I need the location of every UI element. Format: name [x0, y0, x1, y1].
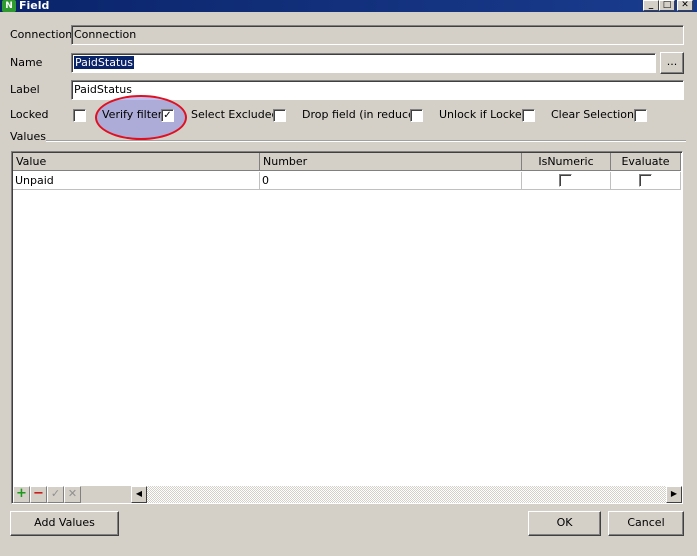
- window-title: Field: [19, 0, 50, 12]
- drop-field-checkbox[interactable]: [410, 109, 423, 122]
- name-label: Name: [10, 56, 43, 69]
- isnumeric-checkbox[interactable]: [559, 174, 572, 187]
- connection-label: Connection: [10, 28, 73, 41]
- column-header-value[interactable]: Value: [13, 153, 260, 171]
- clear-selections-label: Clear Selections: [551, 108, 640, 121]
- column-header-evaluate[interactable]: Evaluate: [611, 153, 681, 171]
- connection-field: Connection: [71, 25, 684, 45]
- remove-row-icon[interactable]: −: [30, 486, 47, 503]
- grid-toolbar: + − ✓ ✕ ◀ ▶: [13, 486, 682, 503]
- app-icon: N: [2, 0, 16, 12]
- column-header-number[interactable]: Number: [260, 153, 522, 171]
- close-button[interactable]: ✕: [677, 0, 693, 11]
- column-header-isnumeric[interactable]: IsNumeric: [522, 153, 611, 171]
- minimize-button[interactable]: _: [643, 0, 659, 11]
- clear-selections-checkbox[interactable]: [634, 109, 647, 122]
- values-grid[interactable]: Value Number IsNumeric Evaluate Unpaid 0…: [11, 151, 683, 504]
- check-icon: ✓: [163, 110, 172, 121]
- evaluate-checkbox[interactable]: [639, 174, 652, 187]
- scroll-right-icon[interactable]: ▶: [666, 486, 682, 503]
- cell-number[interactable]: 0: [260, 172, 522, 190]
- horizontal-scrollbar[interactable]: ◀ ▶: [131, 486, 682, 503]
- verify-filter-label: Verify filter: [102, 108, 163, 121]
- values-section-label: Values: [10, 130, 46, 143]
- scroll-left-icon[interactable]: ◀: [131, 486, 147, 503]
- confirm-row-icon[interactable]: ✓: [47, 486, 64, 503]
- label-label: Label: [10, 83, 40, 96]
- cell-isnumeric: [522, 172, 611, 190]
- maximize-button[interactable]: □: [659, 0, 675, 11]
- locked-checkbox[interactable]: [73, 109, 86, 122]
- browse-button[interactable]: ...: [660, 52, 684, 74]
- add-row-icon[interactable]: +: [13, 486, 30, 503]
- values-separator: [46, 140, 686, 142]
- drop-field-label: Drop field (in reduce): [302, 108, 420, 121]
- verify-filter-checkbox[interactable]: ✓: [161, 109, 174, 122]
- cell-evaluate: [611, 172, 681, 190]
- name-field[interactable]: PaidStatus: [71, 53, 656, 73]
- unlock-if-locked-checkbox[interactable]: [522, 109, 535, 122]
- title-bar: N Field _ □ ✕: [0, 0, 697, 12]
- unlock-if-locked-label: Unlock if Locked: [439, 108, 529, 121]
- select-excluded-checkbox[interactable]: [273, 109, 286, 122]
- add-values-button[interactable]: Add Values: [10, 511, 119, 536]
- name-field-value: PaidStatus: [74, 56, 134, 69]
- ok-button[interactable]: OK: [528, 511, 601, 536]
- cell-value[interactable]: Unpaid: [13, 172, 260, 190]
- cancel-button[interactable]: Cancel: [608, 511, 684, 536]
- cancel-row-icon[interactable]: ✕: [64, 486, 81, 503]
- locked-label: Locked: [10, 108, 49, 121]
- select-excluded-label: Select Excluded: [191, 108, 279, 121]
